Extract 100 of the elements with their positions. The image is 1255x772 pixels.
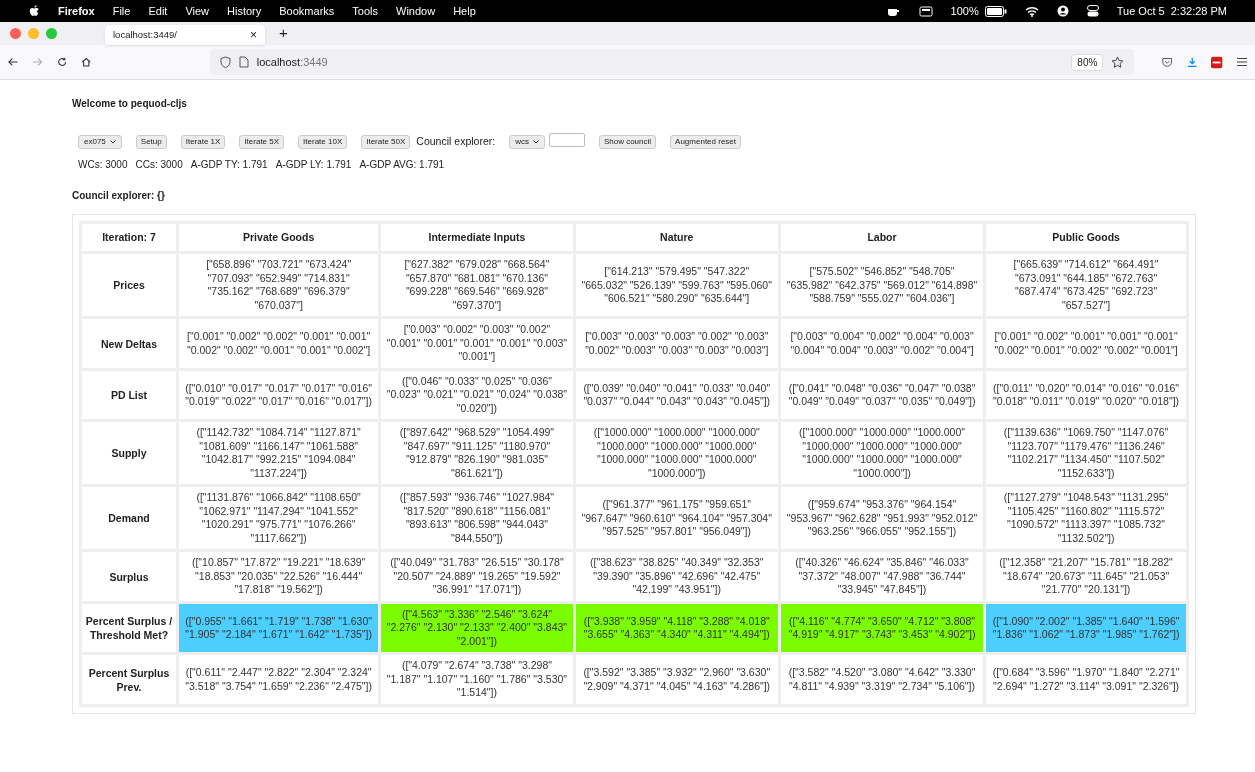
- table-cell: (["40.049" "31.783" "26.515" "30.178" "20.507" "24.889" "19.265" "19.592" "36.991" "17.071"]): [381, 552, 573, 601]
- table-cell: (["897.642" "968.529" "1054.499" "847.697" "911.125" "1180.970" "912.879" "826.190" "981.035" "861.621"]): [381, 422, 573, 485]
- new-tab-button[interactable]: +: [279, 22, 288, 45]
- back-icon[interactable]: [8, 56, 19, 68]
- menu-item[interactable]: View: [185, 2, 210, 20]
- button[interactable]: Iterate 1X: [180, 134, 226, 149]
- table-cell: (["3.592" "3.385" "3.932" "2.960" "3.630" "2.909" "4.371" "4.045" "4.163" "4.286"]): [575, 655, 778, 704]
- table-cell: ["627.382" "679.028" "668.564" "657.870" "681.081" "670.136" "699.228" "669.546" "669.928" "697.370"]: [381, 254, 573, 317]
- zoom-badge[interactable]: 80%: [1071, 53, 1104, 71]
- table-cell: (["40.326" "46.624" "35.846" "46.033" "37.372" "48.007" "47.988" "36.744" "33.945" "47.845"]): [780, 552, 984, 601]
- url-text: localhost:3449: [256, 54, 328, 70]
- button[interactable]: Show council: [598, 134, 657, 149]
- shield-icon: [219, 56, 231, 68]
- user-icon[interactable]: [1056, 5, 1069, 17]
- table-cell: (["3.938" "3.959" "4.118" "3.288" "4.018" "3.655" "4.363" "4.340" "4.311" "4.494"]): [575, 603, 778, 653]
- menu-item[interactable]: Edit: [148, 2, 168, 20]
- stat-text: A-GDP AVG: 1.791: [359, 157, 445, 172]
- table-cell: (["959.674" "953.376" "964.154" "953.967" "962.628" "951.993" "952.012" "963.256" "966.055" "952.155"]): [780, 487, 984, 550]
- apple-icon[interactable]: [28, 4, 40, 18]
- table-cell: (["4.079" "2.674" "3.738" "3.298" "1.187" "1.107" "1.160" "1.786" "3.530" "1.514"]): [381, 655, 573, 704]
- table-cell: (["0.611" "2.447" "2.822" "2.304" "2.324" "3.518" "3.754" "1.659" "2.236" "2.475"]): [179, 655, 379, 704]
- clock[interactable]: Tue Oct 5 2:32:28 PM: [1116, 2, 1227, 20]
- stat-text: WCs: 3000: [78, 157, 128, 172]
- table-cell: (["1000.000" "1000.000" "1000.000" "1000.000" "1000.000" "1000.000" "1000.000" "1000.000" "1000.000" "1000.000"]): [780, 422, 984, 485]
- menu-item[interactable]: History: [227, 2, 262, 20]
- table-cell: (["0.011" "0.020" "0.014" "0.016" "0.016" "0.018" "0.011" "0.019" "0.020" "0.018"]): [986, 370, 1186, 420]
- address-bar[interactable]: localhost:3449 80%: [209, 49, 1135, 75]
- row-header: Supply: [82, 422, 176, 485]
- browser-tab[interactable]: localhost:3449/ ×: [105, 25, 265, 45]
- reload-icon[interactable]: [56, 56, 68, 68]
- caret-icon: [532, 139, 539, 144]
- field-label: Council explorer:: [416, 134, 496, 149]
- table-cell: (["0.039" "0.040" "0.041" "0.033" "0.040" "0.037" "0.044" "0.043" "0.043" "0.045"]): [575, 370, 778, 420]
- table-cell: ["665.639" "714.612" "664.491" "673.091" "644.185" "672.763" "687.474" "673.425" "692.723" "657.527"]: [986, 254, 1186, 317]
- extension-icon[interactable]: [1211, 55, 1223, 69]
- column-header: Labor: [780, 223, 984, 252]
- table-cell: (["0.010" "0.017" "0.017" "0.017" "0.016" "0.019" "0.022" "0.017" "0.016" "0.017"]): [179, 370, 379, 420]
- close-tab-icon[interactable]: ×: [250, 26, 257, 44]
- table-cell: ["614.213" "579.495" "547.322" "665.032" "526.139" "599.763" "595.060" "606.521" "580.290" "635.644"]: [575, 254, 778, 317]
- button[interactable]: Iterate 5X: [239, 134, 285, 149]
- page-heading: Welcome to pequod-cljs: [72, 97, 188, 111]
- battery-icon[interactable]: [984, 5, 1007, 17]
- row-header: Prices: [82, 254, 176, 317]
- menu-item[interactable]: Window: [396, 2, 436, 20]
- menu-icon[interactable]: [1236, 57, 1247, 67]
- table-cell: (["3.582" "4.520" "3.080" "4.642" "3.330" "4.811" "4.939" "3.319" "2.734" "5.106"]): [780, 655, 984, 704]
- table-cell: (["1127.279" "1048.543" "1131.295" "1105.425" "1160.802" "1115.572" "1090.572" "1113.397" "1085.732" "1132.502"]): [986, 487, 1186, 550]
- menu-item[interactable]: File: [112, 2, 131, 20]
- app-name[interactable]: Firefox: [58, 2, 95, 20]
- corner-header: Iteration: 7: [82, 223, 176, 252]
- table-cell: ["0.003" "0.004" "0.002" "0.004" "0.003" "0.004" "0.004" "0.003" "0.002" "0.004"]: [780, 319, 984, 368]
- battery-percent: 100%: [950, 3, 979, 19]
- row-header: Percent Surplus Prev.: [82, 655, 176, 704]
- table-cell: (["961.377" "961.175" "959.651" "967.647" "960.610" "964.104" "957.304" "957.525" "957.801" "956.049"]): [575, 487, 778, 550]
- table-cell: (["38.623" "38.825" "40.349" "32.353" "39.390" "35.896" "42.696" "42.475" "42.199" "43.951"]): [575, 552, 778, 601]
- page-icon: [238, 56, 249, 68]
- table-cell: (["1139.636" "1069.750" "1147.076" "1123.707" "1179.476" "1136.246" "1102.217" "1134.450" "1107.502" "1152.633"]): [986, 422, 1186, 485]
- wifi-icon[interactable]: [1024, 5, 1039, 17]
- section-heading: Council explorer: {}: [72, 188, 166, 203]
- row-header: Surplus: [82, 552, 176, 601]
- home-icon[interactable]: [81, 56, 92, 68]
- table-cell: (["12.358" "21.207" "15.781" "18.282" "18.674" "20.673" "11.645" "21.053" "21.770" "20.131"]): [986, 552, 1186, 601]
- button[interactable]: Iterate 50X: [361, 134, 411, 149]
- column-header: Intermediate Inputs: [381, 223, 573, 252]
- table-cell: (["4.116" "4.774" "3.650" "4.712" "3.808" "4.919" "4.917" "3.743" "3.453" "4.902"]): [780, 603, 984, 653]
- dropdown[interactable]: wcs: [509, 134, 545, 149]
- table-cell: (["857.593" "936.746" "1027.984" "817.520" "890.618" "1156.081" "893.613" "806.598" "944.043" "844.550"]): [381, 487, 573, 550]
- dropdown[interactable]: ex075: [78, 134, 122, 149]
- stat-text: A-GDP TY: 1.791: [190, 157, 268, 172]
- row-header: Percent Surplus / Threshold Met?: [82, 603, 176, 653]
- stat-text: CCs: 3000: [135, 157, 183, 172]
- caret-icon: [109, 139, 116, 144]
- table-cell: (["1000.000" "1000.000" "1000.000" "1000.000" "1000.000" "1000.000" "1000.000" "1000.000" "1000.000" "1000.000"]): [575, 422, 778, 485]
- button[interactable]: Augmented reset: [670, 134, 741, 149]
- menu-item[interactable]: Help: [453, 2, 476, 20]
- column-header: Public Goods: [986, 223, 1186, 252]
- table-cell: (["4.563" "3.336" "2.546" "3.624" "2.276" "2.130" "2.133" "2.400" "3.843" "2.001"]): [381, 603, 573, 653]
- row-header: Demand: [82, 487, 176, 550]
- table-cell: ["0.001" "0.002" "0.001" "0.001" "0.001" "0.002" "0.001" "0.002" "0.002" "0.001"]: [986, 319, 1186, 368]
- table-cell: ["658.896" "703.721" "673.424" "707.093" "652.949" "714.831" "735.162" "768.689" "696.379" "670.037"]: [179, 254, 379, 317]
- bookmark-star-icon[interactable]: [1111, 55, 1125, 69]
- text-field[interactable]: [548, 132, 585, 147]
- button[interactable]: Iterate 10X: [298, 134, 348, 149]
- table-cell: (["0.046" "0.033" "0.025" "0.036" "0.023" "0.021" "0.021" "0.024" "0.038" "0.020"]): [381, 370, 573, 420]
- table-cell: (["1131.876" "1066.842" "1108.650" "1062.971" "1147.294" "1041.552" "1020.291" "975.771" "1076.266" "1117.662"]): [179, 487, 379, 550]
- table-cell: (["0.041" "0.048" "0.036" "0.047" "0.038" "0.049" "0.049" "0.037" "0.035" "0.049"]): [780, 370, 984, 420]
- pocket-icon[interactable]: [1162, 56, 1173, 68]
- table-cell: (["0.955" "1.661" "1.719" "1.738" "1.630" "1.905" "2.184" "1.671" "1.642" "1.735"]): [179, 603, 379, 653]
- table-cell: ["0.001" "0.002" "0.002" "0.001" "0.001" "0.002" "0.002" "0.001" "0.001" "0.002"]: [179, 319, 379, 368]
- menu-item[interactable]: Tools: [352, 2, 378, 20]
- toggle-icon[interactable]: [1086, 5, 1099, 17]
- close-window-icon[interactable]: [10, 28, 21, 39]
- table-cell: (["1142.732" "1084.714" "1127.871" "1081.609" "1166.147" "1061.588" "1042.817" "992.215" "1094.084" "1137.224"]): [179, 422, 379, 485]
- row-header: PD List: [82, 370, 176, 420]
- menu-item[interactable]: Bookmarks: [279, 2, 335, 20]
- button[interactable]: Setup: [135, 134, 167, 149]
- card-icon[interactable]: [918, 5, 933, 17]
- download-icon[interactable]: [1186, 56, 1198, 68]
- table-cell: ["0.003" "0.002" "0.003" "0.002" "0.001" "0.001" "0.001" "0.001" "0.003" "0.001"]: [381, 319, 573, 368]
- stat-text: A-GDP LY: 1.791: [275, 157, 352, 172]
